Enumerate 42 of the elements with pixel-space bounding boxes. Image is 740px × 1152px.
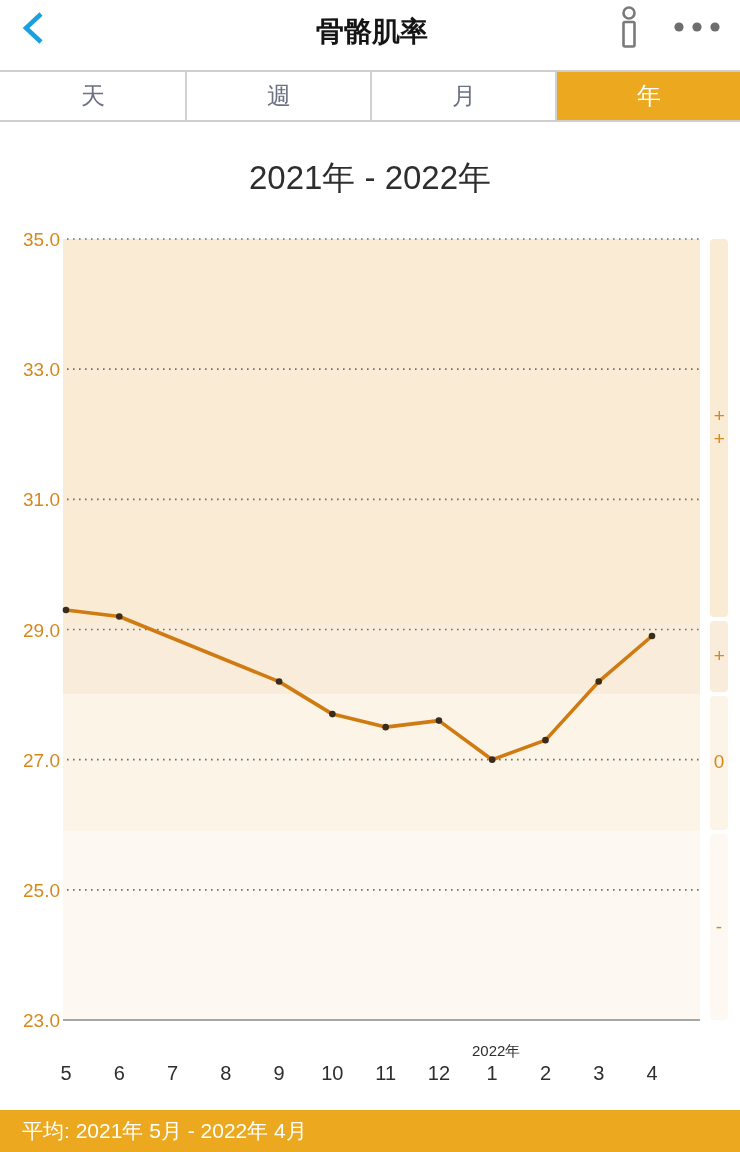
range-label: 0 xyxy=(713,751,725,775)
data-point xyxy=(435,717,443,724)
x-axis-label: 3 xyxy=(593,1062,605,1084)
data-point xyxy=(115,613,123,620)
x-axis-label: 10 xyxy=(321,1062,344,1084)
x-axis-label: 4 xyxy=(646,1062,658,1084)
data-point xyxy=(382,723,389,731)
data-point xyxy=(275,678,283,685)
range-label: ++ xyxy=(713,405,725,451)
chart-title: 2021年 - 2022年 xyxy=(247,157,493,198)
y-axis-label: 25.0 xyxy=(23,879,60,901)
x-axis-label: 9 xyxy=(273,1062,285,1084)
page-title: 骨骼肌率 xyxy=(315,15,428,49)
chevron-left-icon xyxy=(22,11,44,45)
data-point xyxy=(62,606,70,614)
y-axis-label: 31.0 xyxy=(23,489,60,511)
data-point xyxy=(488,756,496,763)
y-axis-label: 23.0 xyxy=(23,1010,60,1031)
average-period-text: 平均: 2021年 5月 - 2022年 4月 xyxy=(22,1118,307,1144)
y-axis-label: 33.0 xyxy=(23,359,60,381)
y-axis-label: 29.0 xyxy=(23,619,60,641)
data-point xyxy=(329,710,336,718)
more-button[interactable] xyxy=(674,22,720,32)
range-label: + xyxy=(713,644,725,668)
x-axis-label: 8 xyxy=(220,1062,232,1084)
data-point xyxy=(595,678,603,685)
more-icon xyxy=(674,22,720,32)
y-axis-label: 35.0 xyxy=(23,229,60,250)
y-axis-label: 27.0 xyxy=(23,749,60,771)
year-label: 2022年 xyxy=(472,1042,521,1059)
data-point xyxy=(648,632,656,640)
x-axis-label: 12 xyxy=(427,1062,451,1084)
x-axis-label: 1 xyxy=(486,1062,498,1084)
x-axis-label: 2 xyxy=(539,1062,551,1084)
info-icon xyxy=(620,6,638,48)
range-label: - xyxy=(714,915,724,939)
info-button[interactable] xyxy=(620,6,638,48)
x-axis-label: 5 xyxy=(60,1062,72,1084)
x-axis-label: 6 xyxy=(113,1062,125,1084)
data-point xyxy=(542,736,549,744)
x-axis-label: 11 xyxy=(375,1062,396,1084)
x-axis-label: 7 xyxy=(167,1062,179,1084)
